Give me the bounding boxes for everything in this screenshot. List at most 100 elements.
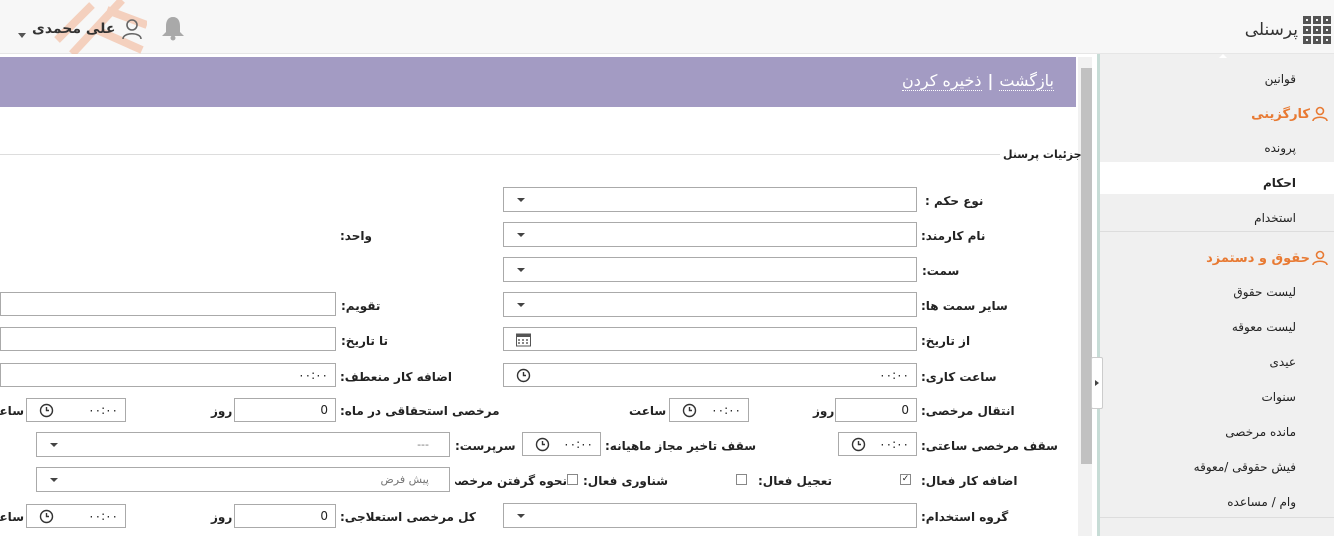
- chevron-down-icon: [18, 32, 26, 38]
- other-positions-label: سایر سمت ها:: [921, 299, 1008, 313]
- calendar-input[interactable]: [0, 292, 336, 316]
- supervisor-label: سرپرست:: [455, 439, 516, 453]
- clock-icon[interactable]: [682, 403, 697, 418]
- to-date-label: تا تاریخ:: [341, 334, 389, 348]
- sidebar: قوانین کارگزینی پرونده احکام استخدام حقو…: [1097, 54, 1334, 536]
- chevron-down-icon: [517, 268, 525, 272]
- sidebar-group-hr[interactable]: کارگزینی: [1251, 106, 1328, 122]
- total-emergency-leave-label: کل مرخصی استعلاجی:: [340, 510, 476, 524]
- unit-label: واحد:: [340, 229, 372, 243]
- user-icon: [1312, 106, 1328, 122]
- clock-icon[interactable]: [851, 437, 866, 452]
- hourly-leave-cap-input[interactable]: ۰۰:۰۰: [838, 432, 917, 456]
- clock-icon[interactable]: [39, 403, 54, 418]
- chevron-down-icon: [517, 303, 525, 307]
- rush-active-checkbox[interactable]: [736, 474, 747, 485]
- from-date-label: از تاریخ:: [921, 334, 971, 348]
- rush-active-label: تعجیل فعال:: [758, 474, 833, 488]
- sidebar-toggle-button[interactable]: [1091, 357, 1103, 409]
- position-select[interactable]: [503, 257, 917, 282]
- overtime-active-checkbox[interactable]: ✓: [900, 474, 911, 485]
- flex-overtime-input[interactable]: ۰۰:۰۰: [0, 363, 336, 387]
- leave-transfer-hours-input[interactable]: ۰۰:۰۰: [669, 398, 749, 422]
- sidebar-group-payroll[interactable]: حقوق و دستمزد: [1206, 250, 1328, 266]
- sidebar-active-bg: [1100, 162, 1334, 194]
- clock-icon[interactable]: [516, 368, 531, 383]
- sidebar-item-rules[interactable]: قوانین: [1265, 72, 1296, 86]
- leave-transfer-label: انتقال مرخصی:: [921, 404, 1015, 418]
- app-title: پرسنلی: [1244, 20, 1298, 40]
- sidebar-group-hr-label: کارگزینی: [1251, 106, 1310, 122]
- sidebar-item-loan[interactable]: وام / مساعده: [1227, 495, 1296, 509]
- monthly-delay-cap-label: سقف تاخیر مجاز ماهیانه:: [605, 439, 757, 453]
- chevron-down-icon: [517, 198, 525, 202]
- monthly-delay-cap-value: ۰۰:۰۰: [563, 437, 593, 451]
- flex-overtime-label: اضافه کار منعطف:: [340, 370, 452, 384]
- grid-icon[interactable]: [1303, 16, 1331, 44]
- employee-name-label: نام کارمند:: [921, 229, 986, 243]
- day-unit-label: روز: [211, 404, 233, 418]
- hour-unit-label: ساعت: [0, 404, 24, 418]
- clock-icon[interactable]: [535, 437, 550, 452]
- clock-icon[interactable]: [39, 509, 54, 524]
- user-icon: [122, 19, 143, 40]
- sidebar-item-arrears-list[interactable]: لیست معوقه: [1232, 320, 1296, 334]
- leave-transfer-days-value: 0: [901, 403, 909, 417]
- floating-active-checkbox[interactable]: [567, 474, 578, 485]
- sidebar-divider: [1100, 231, 1334, 232]
- to-date-input[interactable]: [0, 327, 336, 351]
- sidebar-item-salary-list[interactable]: لیست حقوق: [1233, 285, 1296, 299]
- leave-method-select[interactable]: پیش فرض: [36, 467, 450, 492]
- section-title: جزئیات پرسنل: [1003, 148, 1082, 161]
- supervisor-value: ---: [417, 438, 429, 451]
- back-button[interactable]: بازگشت: [999, 71, 1054, 91]
- calendar-icon[interactable]: [516, 332, 531, 347]
- header-separator: |: [987, 71, 994, 90]
- monthly-leave-hours-value: ۰۰:۰۰: [88, 403, 118, 417]
- chevron-down-icon: [50, 478, 58, 482]
- day-unit-label: روز: [813, 404, 835, 418]
- work-hours-input[interactable]: ۰۰:۰۰: [503, 363, 917, 387]
- floating-active-label: شناوری فعال:: [583, 474, 669, 488]
- leave-method-value: پیش فرض: [380, 473, 429, 486]
- leave-transfer-days-input[interactable]: 0: [835, 398, 917, 422]
- decree-type-select[interactable]: [503, 187, 917, 212]
- bell-icon[interactable]: [160, 15, 186, 41]
- header-actions: ذخیره کردن | بازگشت: [902, 71, 1054, 91]
- supervisor-select[interactable]: ---: [36, 432, 450, 457]
- chevron-down-icon: [50, 443, 58, 447]
- chevron-down-icon: [517, 514, 525, 518]
- user-menu[interactable]: علی محمدی: [18, 18, 143, 40]
- total-emergency-leave-days-value: 0: [320, 509, 328, 523]
- from-date-input[interactable]: [503, 327, 917, 351]
- position-label: سمت:: [922, 264, 960, 278]
- sidebar-item-decrees[interactable]: احکام: [1263, 176, 1296, 190]
- decree-type-label: نوع حکم :: [925, 194, 984, 208]
- hour-unit-label: ساعت: [0, 510, 24, 524]
- sidebar-pointer: [1219, 54, 1227, 58]
- leave-transfer-hours-value: ۰۰:۰۰: [711, 403, 741, 417]
- total-emergency-leave-hours-input[interactable]: ۰۰:۰۰: [26, 504, 126, 528]
- action-header: ذخیره کردن | بازگشت: [0, 57, 1076, 107]
- monthly-delay-cap-input[interactable]: ۰۰:۰۰: [522, 432, 601, 456]
- sidebar-item-bonus[interactable]: عیدی: [1270, 355, 1296, 369]
- leave-method-label: نحوه گرفتن مرخصی :: [455, 474, 567, 488]
- work-hours-value: ۰۰:۰۰: [879, 368, 909, 382]
- hiring-group-select[interactable]: [503, 503, 917, 528]
- top-bar: علی محمدی پرسنلی: [0, 0, 1334, 54]
- sidebar-item-leave-balance[interactable]: مانده مرخصی: [1225, 425, 1296, 439]
- calendar-label: تقویم:: [341, 299, 381, 313]
- employee-name-select[interactable]: [503, 222, 917, 247]
- total-emergency-leave-hours-value: ۰۰:۰۰: [88, 509, 118, 523]
- other-positions-select[interactable]: [503, 292, 917, 317]
- sidebar-item-years[interactable]: سنوات: [1261, 390, 1296, 404]
- save-button[interactable]: ذخیره کردن: [902, 71, 982, 91]
- total-emergency-leave-days-input[interactable]: 0: [234, 504, 336, 528]
- user-name: علی محمدی: [32, 21, 116, 37]
- monthly-leave-days-input[interactable]: 0: [234, 398, 336, 422]
- sidebar-item-payslip[interactable]: فیش حقوقی /معوقه: [1194, 460, 1296, 474]
- monthly-leave-hours-input[interactable]: ۰۰:۰۰: [26, 398, 126, 422]
- sidebar-item-file[interactable]: پرونده: [1264, 141, 1296, 155]
- hourly-leave-cap-value: ۰۰:۰۰: [879, 437, 909, 451]
- sidebar-item-hiring[interactable]: استخدام: [1254, 211, 1296, 225]
